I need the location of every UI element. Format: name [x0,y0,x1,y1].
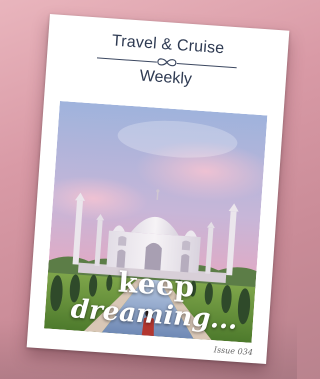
divider-line-right [176,63,237,69]
issue-number: Issue 034 [213,345,254,358]
cover-photo: keep dreaming... [43,100,268,343]
divider-line-left [96,57,157,63]
magazine-page: Travel & Cruise Weekly keep dreaming... … [26,14,290,364]
magazine-cover: Travel & Cruise Weekly keep dreaming... … [26,14,290,364]
infinity-ornament-icon [157,58,177,67]
masthead: Travel & Cruise Weekly [45,28,288,96]
